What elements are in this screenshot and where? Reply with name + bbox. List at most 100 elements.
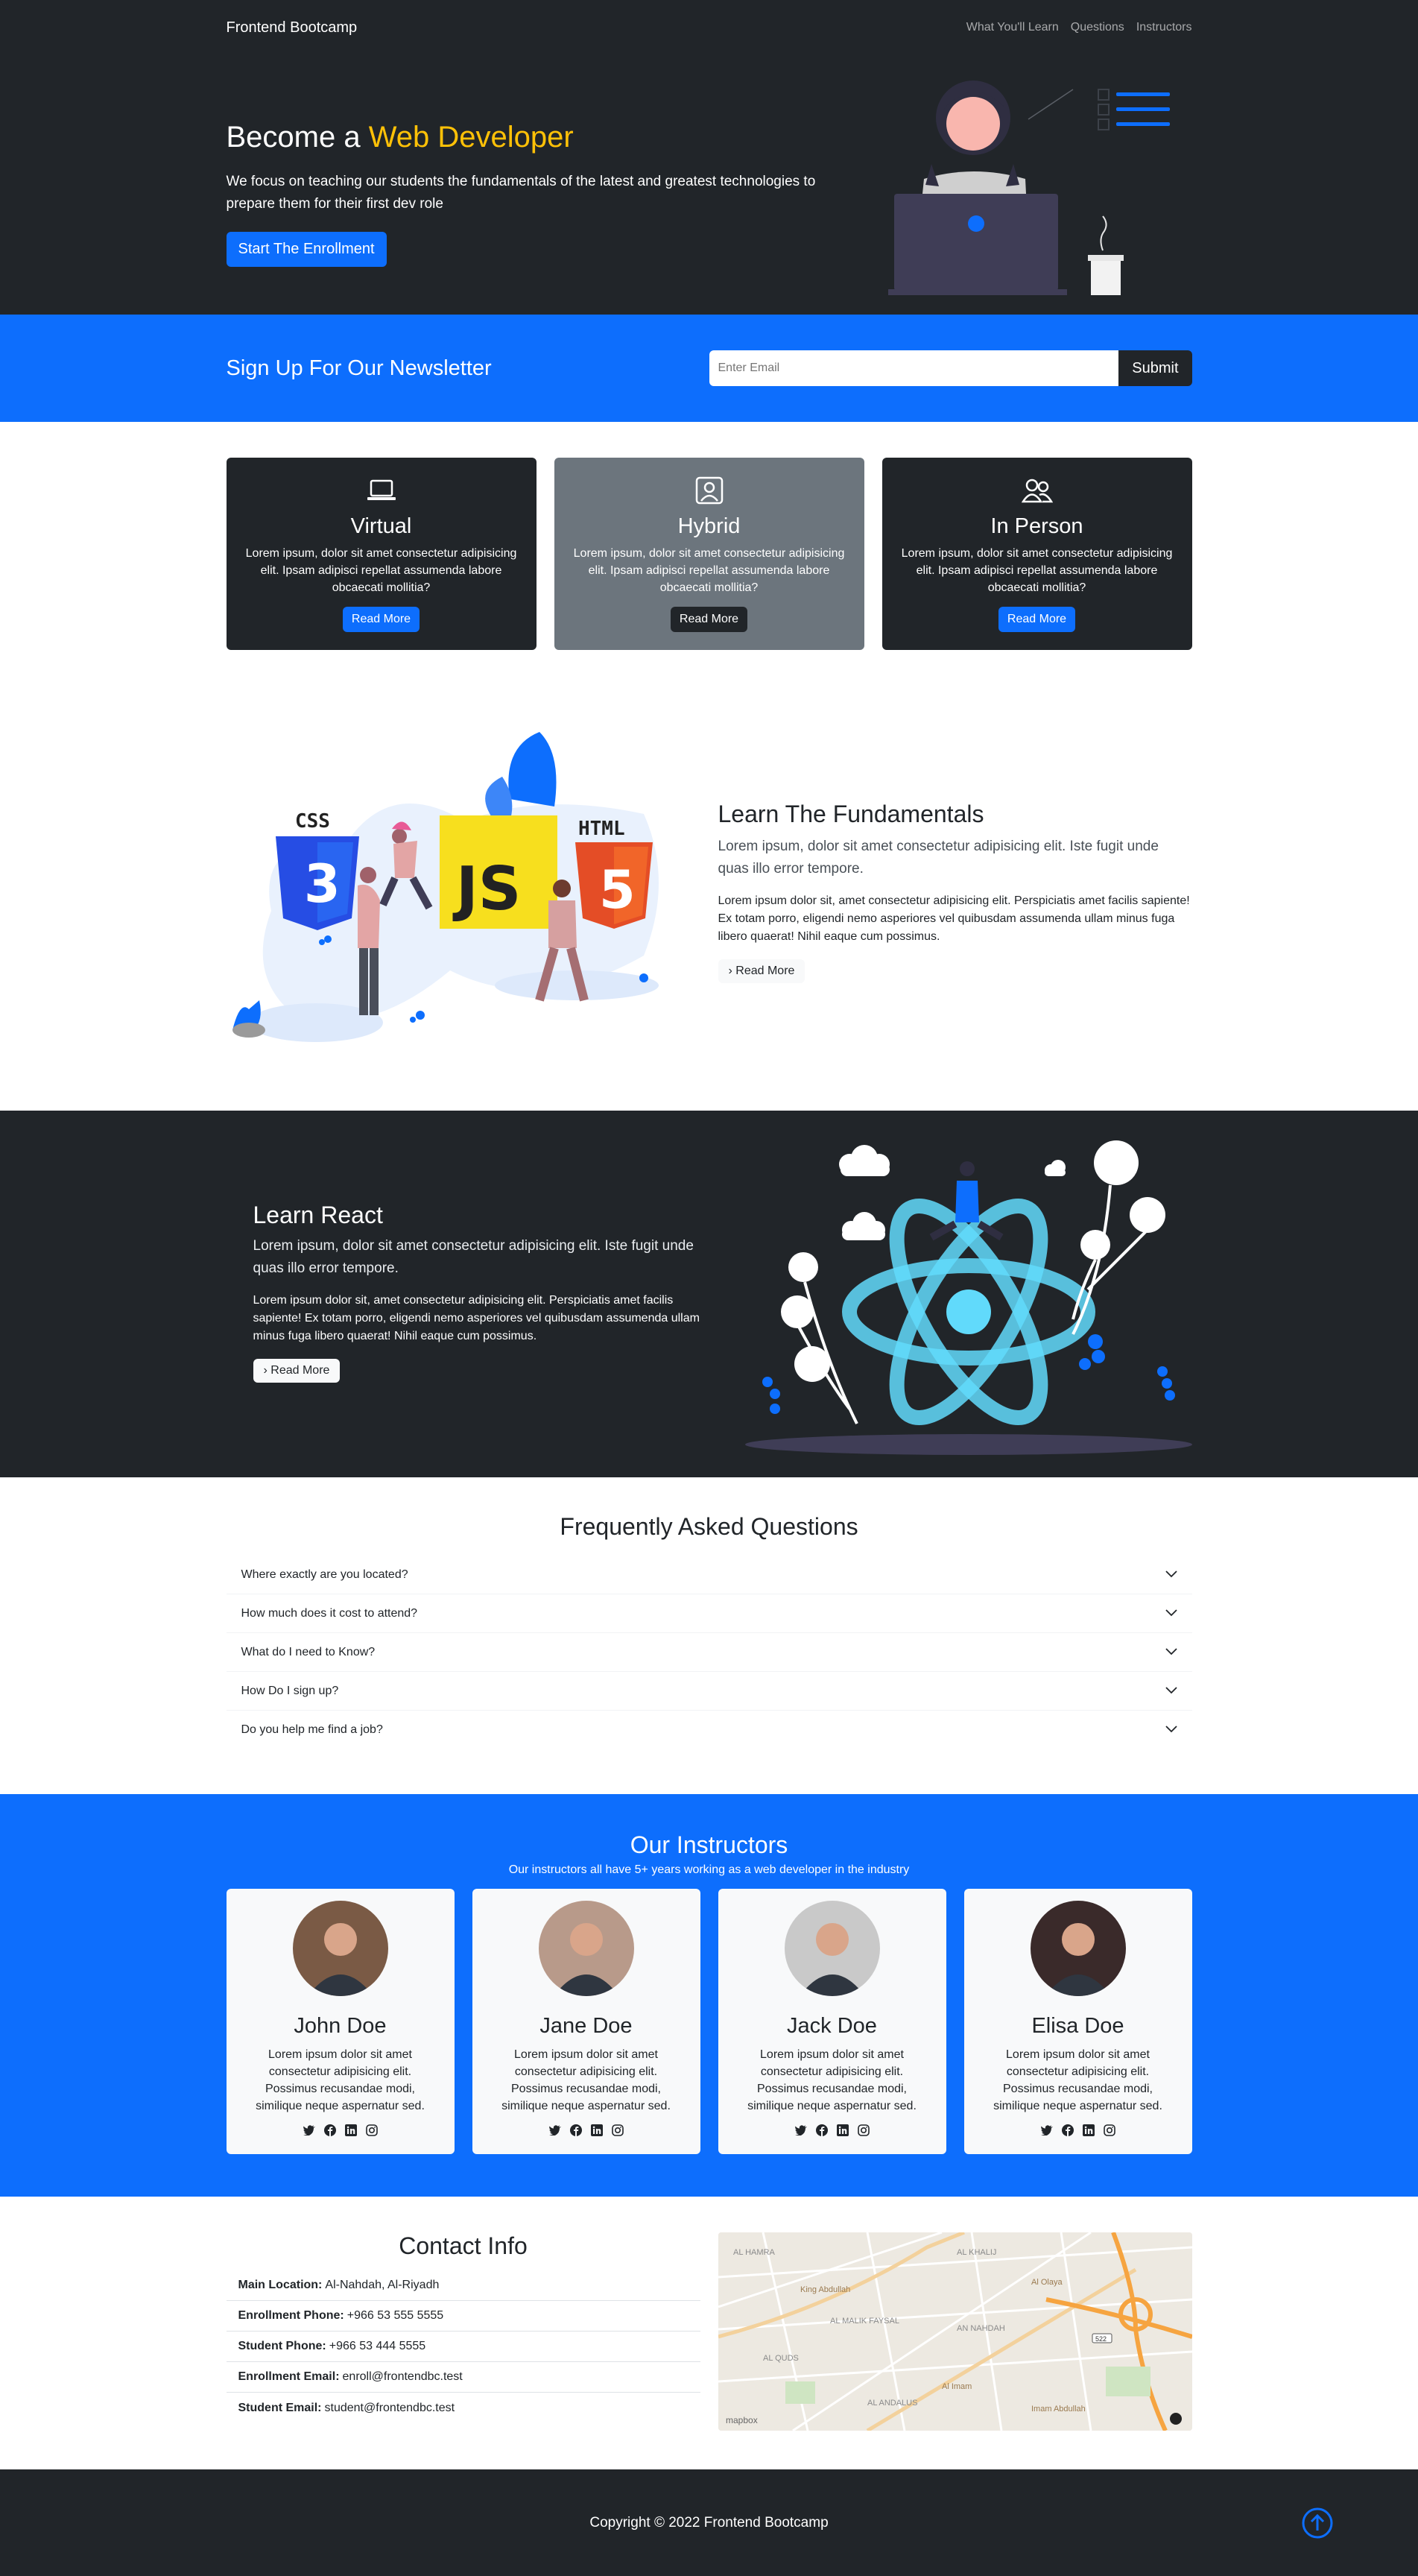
svg-text:Al Olaya: Al Olaya [1031, 2278, 1063, 2287]
chevron-down-icon [1165, 1723, 1177, 1737]
box-virtual: Virtual Lorem ipsum, dolor sit amet cons… [226, 458, 537, 650]
fundamentals-lead: Lorem ipsum, dolor sit amet consectetur … [718, 839, 1159, 877]
social-links [964, 2124, 1192, 2137]
laptop-icon [244, 476, 519, 505]
nav-links: What You'll Learn Questions Instructors [966, 21, 1192, 34]
nav-link-instructors[interactable]: Instructors [1136, 21, 1192, 34]
person-square-icon [572, 476, 846, 505]
faq-section: Frequently Asked Questions Where exactly… [0, 1477, 1418, 1794]
react-read-more-button[interactable]: › Read More [253, 1359, 341, 1383]
hybrid-read-more-button[interactable]: Read More [670, 607, 748, 632]
twitter-icon[interactable] [303, 2124, 316, 2137]
instructors-subtitle: Our instructors all have 5+ years workin… [508, 1863, 910, 1876]
box-in-person: In Person Lorem ipsum, dolor sit amet co… [881, 458, 1192, 650]
instructor-bio: Lorem ipsum dolor sit amet consectetur a… [747, 2048, 917, 2112]
instructor-card: Elisa Doe Lorem ipsum dolor sit amet cons… [963, 1889, 1192, 2154]
hero-title: Become a Web Developer [226, 121, 574, 154]
svg-text:522: 522 [1095, 2335, 1107, 2343]
fundamentals-title: Learn The Fundamentals [718, 801, 984, 827]
svg-text:AN NAHDAH: AN NAHDAH [957, 2324, 1005, 2333]
contact-title: Contact Info [399, 2232, 528, 2259]
avatar [292, 1901, 388, 1996]
instructor-bio: Lorem ipsum dolor sit amet consectetur a… [993, 2048, 1162, 2112]
email-input[interactable] [709, 350, 1119, 386]
svg-text:AL QUDS: AL QUDS [763, 2354, 799, 2363]
submit-button[interactable]: Submit [1118, 350, 1192, 386]
fundamentals-read-more-button[interactable]: › Read More [718, 959, 805, 983]
svg-text:3: 3 [304, 853, 341, 915]
react-lead: Lorem ipsum, dolor sit amet consectetur … [253, 1238, 694, 1276]
boxes-section: Virtual Lorem ipsum, dolor sit amet cons… [0, 422, 1418, 686]
map-canvas[interactable]: AL HAMRA AL KHALIJ AL MALIK FAYSAL AN NA… [718, 2232, 1192, 2431]
instagram-icon[interactable] [611, 2124, 624, 2137]
box-hybrid: Hybrid Lorem ipsum, dolor sit amet conse… [554, 458, 864, 650]
hero-section: Become a Web Developer We focus on teach… [0, 55, 1418, 315]
svg-text:AL KHALIJ: AL KHALIJ [957, 2248, 996, 2257]
newsletter-section: Sign Up For Our Newsletter Submit [0, 315, 1418, 422]
brand-link[interactable]: Frontend Bootcamp [227, 19, 358, 37]
faq-item[interactable]: Do you help me find a job? [227, 1711, 1192, 1749]
contact-list: Main Location: Al-Nahdah, Al-Riyadh Enrol… [226, 2270, 700, 2423]
react-section: Learn React Lorem ipsum, dolor sit amet … [0, 1111, 1418, 1477]
box-title: Hybrid [677, 514, 741, 538]
people-icon [900, 476, 1174, 505]
chevron-down-icon [1165, 1646, 1177, 1659]
twitter-icon[interactable] [1040, 2124, 1054, 2137]
instructors-title: Our Instructors [630, 1831, 788, 1858]
twitter-icon[interactable] [548, 2124, 562, 2137]
faq-item[interactable]: Where exactly are you located? [226, 1556, 1192, 1594]
chevron-right-icon: › [728, 965, 732, 977]
fundamentals-section: CSS 3 JS HTML 5 Learn The Fundamentals L… [0, 686, 1418, 1111]
instagram-icon[interactable] [857, 2124, 870, 2137]
footer: Copyright © 2022 Frontend Bootcamp [0, 2469, 1418, 2576]
map[interactable]: AL HAMRA AL KHALIJ AL MALIK FAYSAL AN NA… [718, 2232, 1192, 2431]
box-title: Virtual [350, 514, 412, 538]
arrow-up-circle-icon[interactable] [1301, 2507, 1334, 2539]
fundamentals-illustration: CSS 3 JS HTML 5 [232, 732, 659, 1042]
instagram-icon[interactable] [1103, 2124, 1116, 2137]
copyright: Copyright © 2022 Frontend Bootcamp [589, 2514, 829, 2531]
linkedin-icon[interactable] [344, 2124, 358, 2137]
twitter-icon[interactable] [794, 2124, 808, 2137]
box-text: Lorem ipsum, dolor sit amet consectetur … [901, 547, 1173, 594]
avatar [538, 1901, 634, 1996]
start-enrollment-button[interactable]: Start The Enrollment [226, 232, 387, 267]
instructor-name: Jack Doe [787, 2014, 877, 2038]
linkedin-icon[interactable] [836, 2124, 849, 2137]
avatar [1030, 1901, 1126, 1996]
facebook-icon[interactable] [323, 2124, 337, 2137]
contact-section: Contact Info Main Location: Al-Nahdah, Al… [0, 2197, 1418, 2469]
contact-row-student-email: Student Email: student@frontendbc.test [238, 2401, 455, 2414]
faq-item[interactable]: What do I need to Know? [226, 1633, 1192, 1672]
facebook-icon[interactable] [1061, 2124, 1074, 2137]
faq-title: Frequently Asked Questions [560, 1513, 858, 1540]
box-text: Lorem ipsum, dolor sit amet consectetur … [245, 547, 517, 594]
hero-illustration [887, 80, 1170, 315]
instructors-section: Our Instructors Our instructors all have… [0, 1794, 1418, 2197]
react-title: Learn React [253, 1202, 383, 1228]
svg-text:Imam Abdullah: Imam Abdullah [1031, 2405, 1086, 2414]
linkedin-icon[interactable] [590, 2124, 604, 2137]
instagram-icon[interactable] [365, 2124, 379, 2137]
virtual-read-more-button[interactable]: Read More [342, 607, 420, 632]
facebook-icon[interactable] [815, 2124, 829, 2137]
box-text: Lorem ipsum, dolor sit amet consectetur … [573, 547, 845, 594]
newsletter-title: Sign Up For Our Newsletter [226, 356, 492, 380]
in-person-read-more-button[interactable]: Read More [998, 607, 1076, 632]
nav-link-questions[interactable]: Questions [1071, 21, 1124, 34]
js-label: JS [452, 854, 521, 924]
css-label: CSS [295, 810, 330, 833]
info-icon[interactable] [1169, 2413, 1182, 2425]
instructor-name: John Doe [294, 2014, 387, 2038]
linkedin-icon[interactable] [1082, 2124, 1095, 2137]
svg-text:5: 5 [599, 859, 636, 921]
chevron-down-icon [1165, 1607, 1177, 1620]
faq-item[interactable]: How much does it cost to attend? [226, 1594, 1192, 1633]
fundamentals-body: Lorem ipsum dolor sit, amet consectetur … [718, 894, 1190, 943]
faq-item[interactable]: How Do I sign up? [226, 1672, 1192, 1711]
chevron-down-icon [1165, 1685, 1177, 1698]
nav-link-learn[interactable]: What You'll Learn [966, 21, 1059, 34]
facebook-icon[interactable] [569, 2124, 583, 2137]
html-label: HTML [578, 818, 625, 840]
avatar [784, 1901, 880, 1996]
